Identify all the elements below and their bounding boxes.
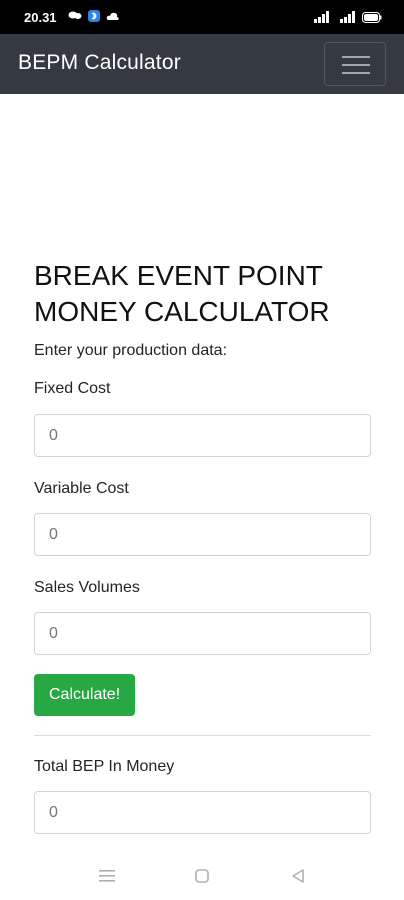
wifi-signal-icon xyxy=(340,11,355,23)
navbar: BEPM Calculator xyxy=(0,34,404,94)
back-icon[interactable] xyxy=(287,866,309,886)
bluetooth-icon xyxy=(88,10,100,22)
cloud-icon xyxy=(106,12,119,20)
variable-cost-label: Variable Cost xyxy=(34,480,129,497)
home-icon[interactable] xyxy=(191,866,213,886)
total-bep-label: Total BEP In Money xyxy=(34,758,175,775)
main-content: BREAK EVENT POINT MONEY CALCULATOR Enter… xyxy=(34,258,371,834)
chat-bubbles-icon xyxy=(68,11,82,19)
status-bar: 20.31 xyxy=(0,0,404,34)
recent-apps-icon[interactable] xyxy=(96,866,118,886)
sales-volumes-input[interactable] xyxy=(34,612,371,655)
cell-signal-icon xyxy=(314,11,329,23)
calculate-button[interactable]: Calculate! xyxy=(34,674,136,716)
intro-text: Enter your production data: xyxy=(34,342,228,359)
battery-icon xyxy=(362,11,382,23)
variable-cost-input[interactable] xyxy=(34,513,371,556)
status-left-icons xyxy=(68,10,120,22)
system-nav-bar xyxy=(0,852,404,900)
fixed-cost-label: Fixed Cost xyxy=(34,380,111,397)
sales-volumes-label: Sales Volumes xyxy=(34,579,140,596)
navbar-brand[interactable]: BEPM Calculator xyxy=(18,51,181,75)
hamburger-menu-icon xyxy=(342,56,370,74)
fixed-cost-input[interactable] xyxy=(34,414,371,457)
total-bep-output[interactable] xyxy=(34,791,371,834)
status-time: 20.31 xyxy=(24,10,57,25)
page-title: BREAK EVENT POINT MONEY CALCULATOR xyxy=(34,260,330,327)
navbar-toggler-button[interactable] xyxy=(324,42,386,86)
status-right-icons xyxy=(314,11,382,23)
divider xyxy=(34,735,371,736)
